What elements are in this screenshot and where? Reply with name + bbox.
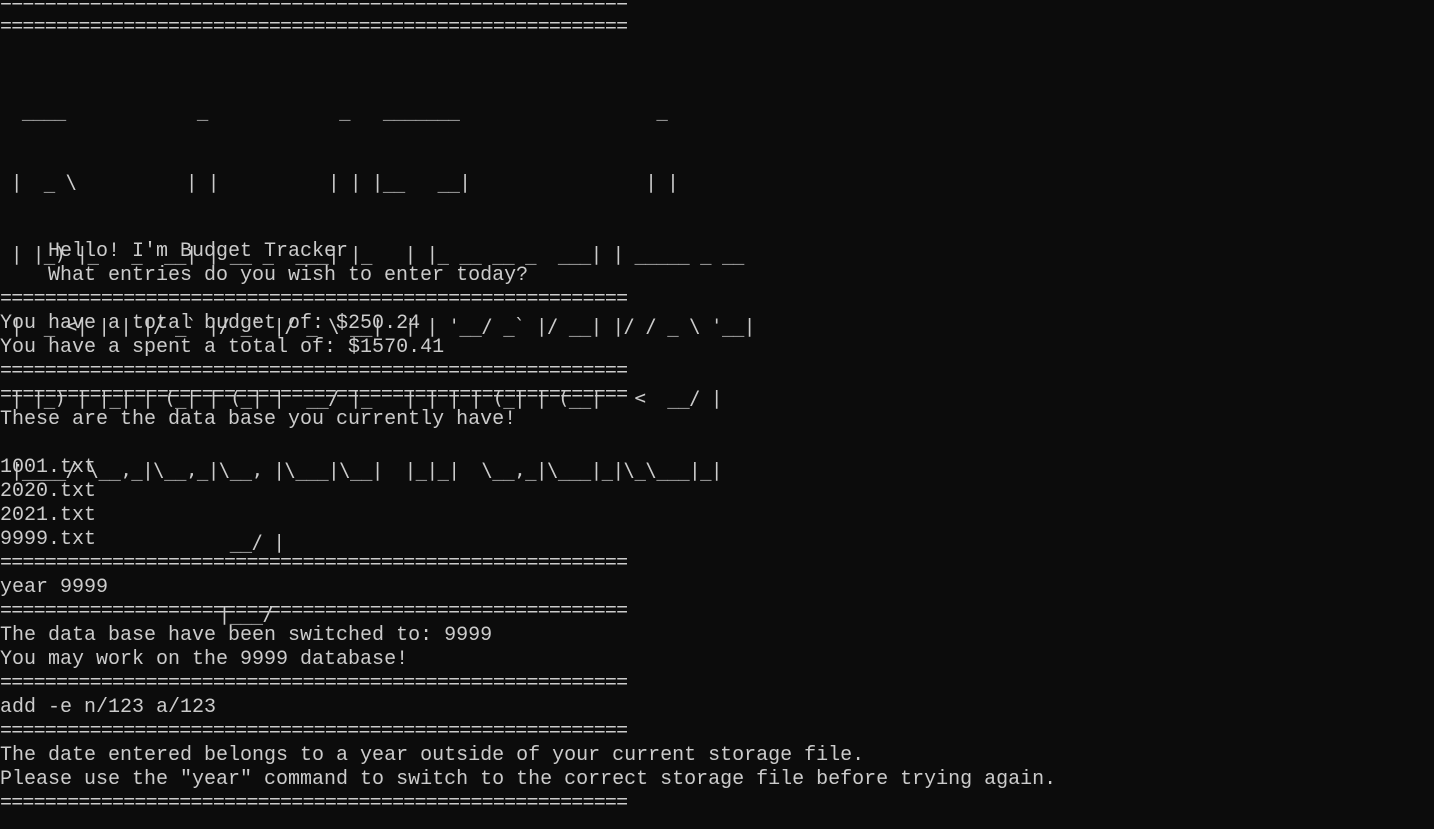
prompt-question: What entries do you wish to enter today? <box>48 264 529 287</box>
ascii-banner-logo: ____ _ _ _______ _ | _ \ | | | | |__ __|… <box>0 50 1434 625</box>
terminal-window[interactable]: ========================================… <box>0 0 1434 816</box>
separator-line: ========================================… <box>0 720 628 743</box>
database-list-heading: These are the data base you currently ha… <box>0 408 517 431</box>
command-output-line: The data base have been switched to: 999… <box>0 624 493 647</box>
separator-line: ========================================… <box>0 288 628 311</box>
user-command-input: year 9999 <box>0 576 109 599</box>
separator-line: ========================================… <box>0 16 628 39</box>
separator-line: ========================================… <box>0 360 628 383</box>
banner-line: | _ \ | | | | |__ __| | | <box>0 171 679 193</box>
error-message-line: The date entered belongs to a year outsi… <box>0 744 865 767</box>
separator-line: ========================================… <box>0 792 628 815</box>
user-command-input: add -e n/123 a/123 <box>0 696 217 719</box>
error-message-line: Please use the "year" command to switch … <box>0 768 1057 791</box>
separator-line: ========================================… <box>0 0 628 15</box>
separator-line: ========================================… <box>0 384 628 407</box>
total-spent-text: You have a spent a total of: $1570.41 <box>0 336 445 359</box>
database-file-item: 2021.txt <box>0 504 97 527</box>
separator-line: ========================================… <box>0 552 628 575</box>
banner-line: ____ _ _ _______ _ <box>0 99 668 121</box>
command-output-line: You may work on the 9999 database! <box>0 648 409 671</box>
separator-line: ========================================… <box>0 600 628 623</box>
database-file-item: 2020.txt <box>0 480 97 503</box>
separator-line: ========================================… <box>0 672 628 695</box>
